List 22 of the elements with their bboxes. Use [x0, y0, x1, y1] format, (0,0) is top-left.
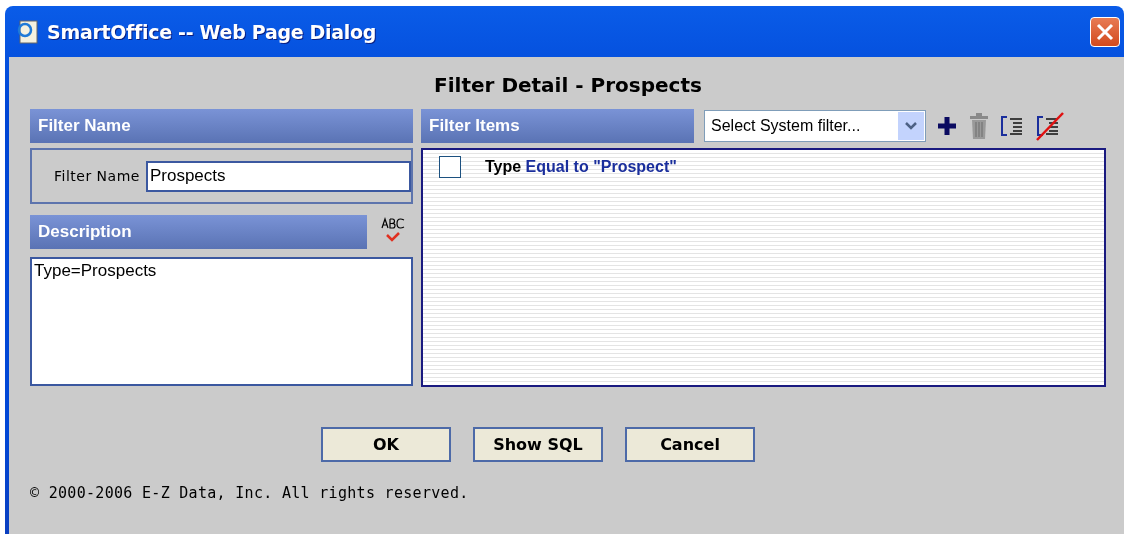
copyright-text: © 2000-2006 E-Z Data, Inc. All rights reserved. — [30, 484, 470, 502]
add-icon[interactable] — [936, 115, 958, 137]
window-title: SmartOffice -- Web Page Dialog — [47, 20, 377, 43]
system-filter-dropdown[interactable]: Select System filter... — [704, 110, 926, 142]
section-header: Filter Name — [30, 109, 413, 143]
clear-list-icon[interactable] — [1034, 111, 1064, 141]
dialog-heading: Filter Detail - Prospects — [434, 73, 702, 97]
section-header: Filter Items — [421, 109, 694, 143]
page-icon — [15, 18, 41, 45]
section-header: Description — [30, 215, 367, 249]
dialog-button[interactable]: Cancel — [625, 427, 755, 462]
dialog-button[interactable]: OK — [321, 427, 451, 462]
caret-icon — [904, 121, 918, 131]
field-label: Filter Name — [54, 168, 140, 184]
checkbox[interactable] — [439, 156, 461, 178]
close-icon — [1095, 21, 1115, 42]
filter-item-text: Type Equal to "Prospect" — [485, 158, 677, 176]
close-button[interactable] — [1090, 16, 1120, 47]
dialog-button[interactable]: Show SQL — [473, 427, 603, 462]
description-field[interactable]: Type=Prospects — [30, 257, 413, 386]
filter-name-field[interactable]: Prospects — [145, 160, 411, 192]
list-icon[interactable] — [1000, 114, 1024, 138]
